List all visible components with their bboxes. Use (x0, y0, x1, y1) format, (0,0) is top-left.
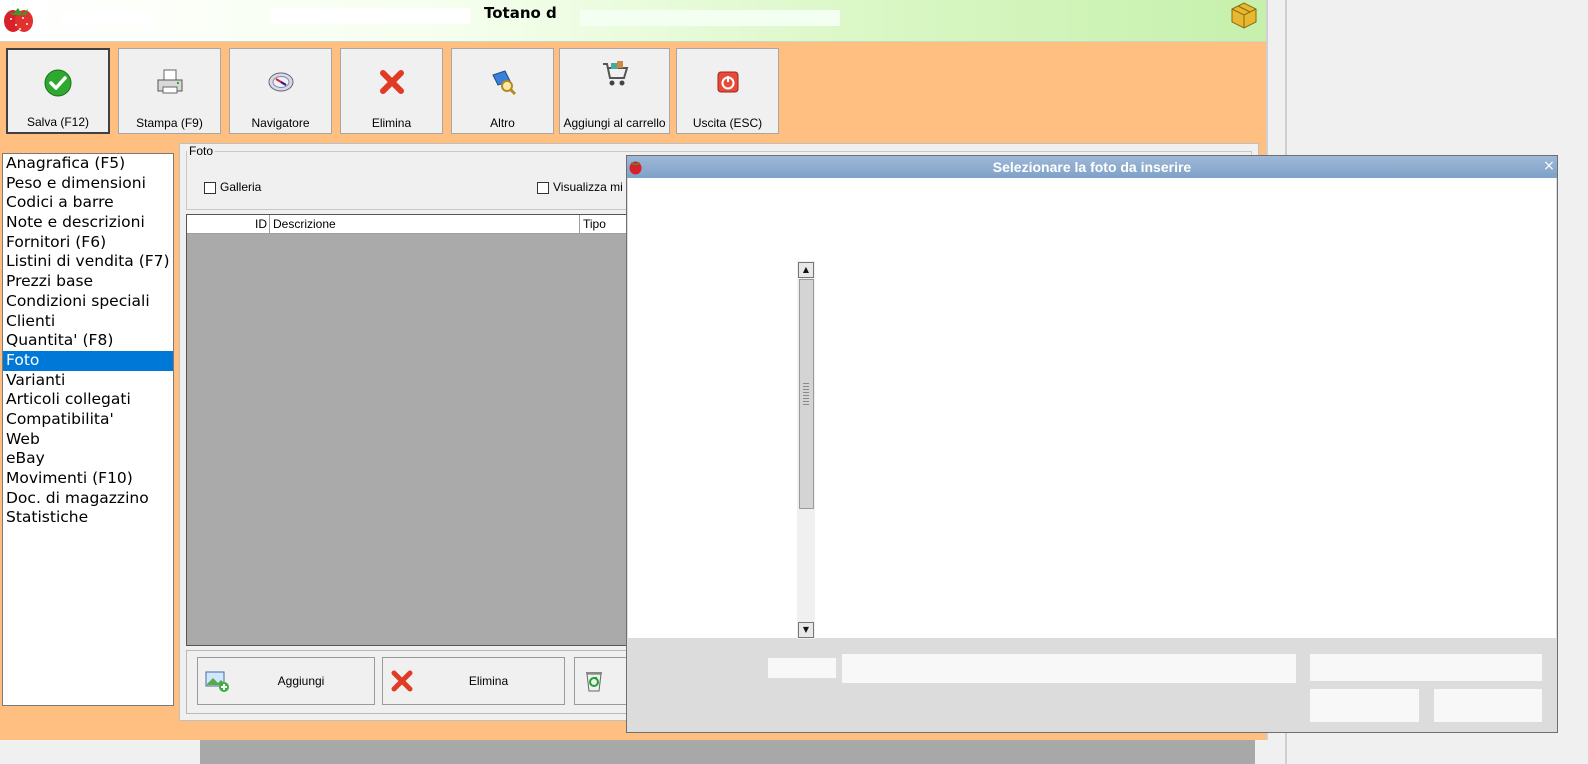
magnifier-icon (488, 67, 518, 97)
visualizza-label: Visualizza mi (553, 180, 623, 194)
sidebar-item-articoli-collegati[interactable]: Articoli collegati (3, 390, 173, 410)
sidebar-item-ebay[interactable]: eBay (3, 449, 173, 469)
recycle-bin-icon (581, 668, 607, 694)
file-name-label-box (768, 658, 836, 678)
sidebar-item-compatibilita[interactable]: Compatibilita' (3, 410, 173, 430)
recycle-button[interactable] (574, 657, 634, 705)
column-header-id[interactable]: ID (187, 215, 270, 233)
package-box-icon[interactable] (1228, 0, 1260, 30)
redacted-title-segment (62, 12, 152, 26)
add-photo-button[interactable]: Aggiungi (197, 657, 375, 705)
shopping-cart-icon (600, 59, 630, 89)
sidebar-item-statistiche[interactable]: Statistiche (3, 508, 173, 528)
delete-photo-button[interactable]: Elimina (382, 657, 565, 705)
exit-button[interactable]: Uscita (ESC) (676, 48, 779, 134)
sidebar-item-listini-vendita[interactable]: Listini di vendita (F7) (3, 252, 173, 272)
printer-icon (155, 67, 185, 97)
dialog-close-button[interactable]: × (1541, 158, 1557, 175)
checkmark-icon (43, 68, 73, 98)
galleria-label: Galleria (220, 180, 262, 194)
status-area (200, 740, 1255, 764)
other-button[interactable]: Altro (451, 48, 554, 134)
scroll-down-button[interactable]: ▼ (798, 622, 814, 638)
compass-icon (266, 67, 296, 97)
file-name-input[interactable] (842, 654, 1296, 683)
galleria-checkbox[interactable] (204, 182, 216, 194)
sidebar-item-quantita[interactable]: Quantita' (F8) (3, 331, 173, 351)
sidebar-item-prezzi-base[interactable]: Prezzi base (3, 272, 173, 292)
save-button[interactable]: Salva (F12) (6, 48, 110, 134)
add-to-cart-button[interactable]: Aggiungi al carrello (559, 48, 670, 134)
redacted-title-segment (580, 10, 840, 26)
sidebar-item-peso-dimensioni[interactable]: Peso e dimensioni (3, 174, 173, 194)
print-button[interactable]: Stampa (F9) (118, 48, 221, 134)
sidebar-item-note-descrizioni[interactable]: Note e descrizioni (3, 213, 173, 233)
power-icon (713, 67, 743, 97)
strawberry-logo-icon (2, 3, 36, 35)
red-x-icon (377, 67, 407, 97)
column-header-descrizione[interactable]: Descrizione (270, 215, 580, 233)
sidebar-item-fornitori[interactable]: Fornitori (F6) (3, 233, 173, 253)
sidebar-item-foto[interactable]: Foto (3, 350, 173, 371)
add-image-icon (204, 668, 230, 694)
sidebar-item-clienti[interactable]: Clienti (3, 312, 173, 332)
cancel-button[interactable] (1434, 689, 1542, 722)
sidebar-item-movimenti[interactable]: Movimenti (F10) (3, 469, 173, 489)
sidebar-item-varianti[interactable]: Varianti (3, 371, 173, 391)
foto-group-label: Foto (187, 144, 216, 158)
redacted-title-segment (270, 8, 470, 24)
sidebar-item-doc-magazzino[interactable]: Doc. di magazzino (3, 489, 173, 509)
sidebar-item-anagrafica[interactable]: Anagrafica (F5) (3, 154, 173, 174)
file-browser-area[interactable] (628, 178, 1556, 638)
delete-button[interactable]: Elimina (340, 48, 443, 134)
visualizza-checkbox[interactable] (537, 182, 549, 194)
file-type-select[interactable] (1310, 654, 1542, 681)
red-x-icon (389, 668, 415, 694)
sidebar-item-condizioni-speciali[interactable]: Condizioni speciali (3, 292, 173, 312)
sidebar-item-web[interactable]: Web (3, 430, 173, 450)
dialog-title: Selezionare la foto da inserire (992, 159, 1192, 175)
navigator-button[interactable]: Navigatore (229, 48, 332, 134)
scroll-grip (803, 383, 809, 405)
section-list[interactable]: Anagrafica (F5) Peso e dimensioni Codici… (2, 153, 174, 706)
scroll-up-button[interactable]: ▲ (798, 262, 814, 278)
sidebar-item-codici-barre[interactable]: Codici a barre (3, 193, 173, 213)
open-button[interactable] (1310, 689, 1419, 722)
